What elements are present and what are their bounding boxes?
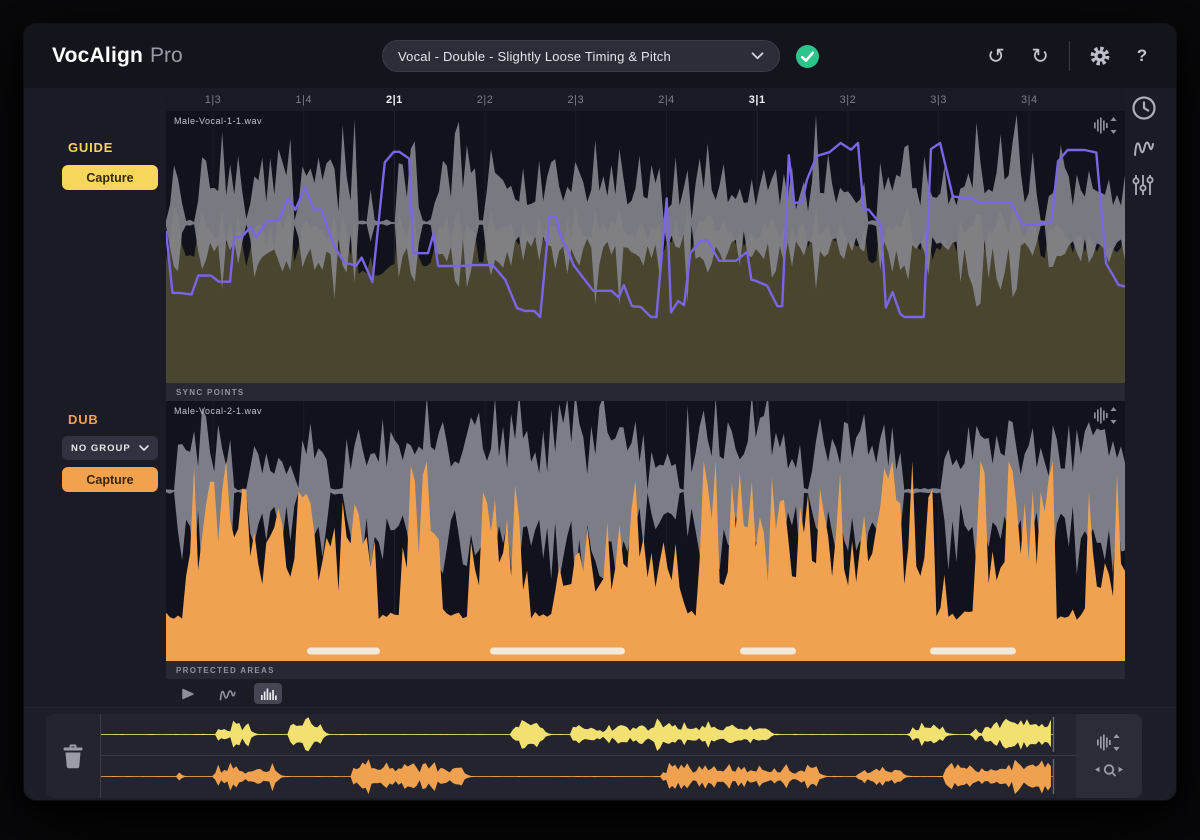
overview-section: [24, 707, 1176, 800]
guide-overview-waveform: [101, 714, 1076, 755]
dub-vertical-zoom-button[interactable]: [1094, 407, 1118, 429]
sync-points-strip: SYNC POINTS: [166, 383, 1125, 401]
sync-points-label: SYNC POINTS: [176, 388, 245, 397]
gear-icon: [1089, 45, 1111, 67]
overview-vertical-zoom-button[interactable]: [1097, 734, 1121, 751]
app-logo: VocAlign Pro: [52, 24, 183, 88]
guide-capture-button[interactable]: Capture: [62, 165, 158, 190]
delete-button[interactable]: [46, 714, 100, 798]
right-tool-rail: [1125, 89, 1176, 707]
ruler-tick: 2|3: [568, 94, 585, 106]
settings-sliders-button[interactable]: [1131, 172, 1157, 198]
pitch-curve-icon: [1131, 134, 1157, 160]
protected-areas-strip: PROTECTED AREAS: [166, 661, 1125, 679]
editor-column: 1|3 1|4 2|1 2|2 2|3 2|4 3|1 3|2 3|3 3|4 Male-Voca…: [166, 89, 1125, 707]
undo-button[interactable]: ↺: [979, 24, 1013, 88]
ruler-tick: 3|4: [1021, 94, 1038, 106]
help-icon: ?: [1137, 46, 1147, 66]
guide-filename: Male-Vocal-1-1.wav: [174, 116, 262, 126]
redo-icon: ↻: [1031, 46, 1049, 67]
ruler-tick: 2|2: [477, 94, 494, 106]
guide-section-label: GUIDE: [68, 140, 113, 155]
ruler-tick: 1|4: [295, 94, 312, 106]
clock-icon: [1131, 95, 1157, 121]
preset-label: Vocal - Double - Slightly Loose Timing &…: [398, 49, 671, 64]
sidebar: GUIDE Capture DUB NO GROUP Capture: [24, 89, 166, 707]
overview-panel: [46, 714, 1142, 798]
protected-areas-label: PROTECTED AREAS: [176, 666, 275, 675]
ruler-tick: 3|1: [749, 94, 766, 106]
waveform-tool-button[interactable]: [254, 683, 282, 704]
waveform-vertical-zoom-icon: [1094, 407, 1118, 424]
content-area: GUIDE Capture DUB NO GROUP Capture 1|31|…: [24, 89, 1176, 707]
plugin-window: VocAlign Pro Vocal - Double - Slightly L…: [24, 24, 1176, 800]
pitch-tool-button[interactable]: [215, 683, 239, 704]
title-bar: VocAlign Pro Vocal - Double - Slightly L…: [24, 24, 1176, 89]
overview-tracks[interactable]: [101, 714, 1076, 798]
status-check-icon: [795, 44, 820, 69]
dub-capture-button[interactable]: Capture: [62, 467, 158, 492]
ruler-tick: 2|4: [658, 94, 675, 106]
dub-waveform-panel[interactable]: Male-Vocal-2-1.wav: [166, 401, 1125, 661]
chevron-down-icon: [139, 445, 149, 451]
ruler-tick: 2|1: [386, 94, 403, 106]
ruler-tick: 3|2: [840, 94, 857, 106]
cursor-tool-button[interactable]: [176, 683, 200, 704]
guide-waveform: [166, 111, 1125, 383]
overview-zoom-controls: [1076, 714, 1142, 798]
dub-group-value: NO GROUP: [71, 443, 131, 454]
pitch-curve-icon: [219, 687, 236, 701]
sliders-icon: [1131, 172, 1155, 198]
dub-overview-track[interactable]: [101, 756, 1076, 797]
dub-waveform: [166, 401, 1125, 661]
pitch-view-button[interactable]: [1131, 134, 1157, 160]
overview-horizontal-zoom-button[interactable]: [1093, 763, 1125, 779]
dub-section-label: DUB: [68, 412, 99, 427]
waveform-vertical-zoom-icon: [1097, 734, 1121, 751]
timeline-ruler[interactable]: 1|3 1|4 2|1 2|2 2|3 2|4 3|1 3|2 3|3 3|4: [166, 89, 1125, 111]
guide-waveform-panel[interactable]: Male-Vocal-1-1.wav: [166, 111, 1125, 383]
horizontal-zoom-magnifier-icon: [1093, 763, 1125, 779]
guide-vertical-zoom-button[interactable]: [1094, 117, 1118, 139]
ruler-tick: 3|3: [930, 94, 947, 106]
preset-dropdown[interactable]: Vocal - Double - Slightly Loose Timing &…: [382, 40, 780, 72]
dub-filename: Male-Vocal-2-1.wav: [174, 406, 262, 416]
brand-suffix: Pro: [150, 44, 183, 68]
timing-view-button[interactable]: [1131, 95, 1157, 121]
waveform-bars-icon: [260, 687, 277, 700]
dub-overview-waveform: [101, 756, 1076, 797]
chevron-down-icon: [751, 52, 764, 60]
settings-button[interactable]: [1083, 24, 1117, 88]
edit-mode-toolbar: [166, 679, 1125, 708]
trash-icon: [60, 742, 86, 770]
help-button[interactable]: ?: [1125, 24, 1159, 88]
ruler-tick: 1|3: [205, 94, 222, 106]
undo-icon: ↺: [987, 46, 1005, 67]
waveform-vertical-zoom-icon: [1094, 117, 1118, 134]
guide-overview-track[interactable]: [101, 714, 1076, 755]
cursor-arrow-icon: [181, 687, 195, 701]
redo-button[interactable]: ↻: [1023, 24, 1057, 88]
dub-group-select[interactable]: NO GROUP: [62, 436, 158, 460]
header-divider: [1069, 41, 1070, 71]
brand-name: VocAlign: [52, 44, 143, 68]
